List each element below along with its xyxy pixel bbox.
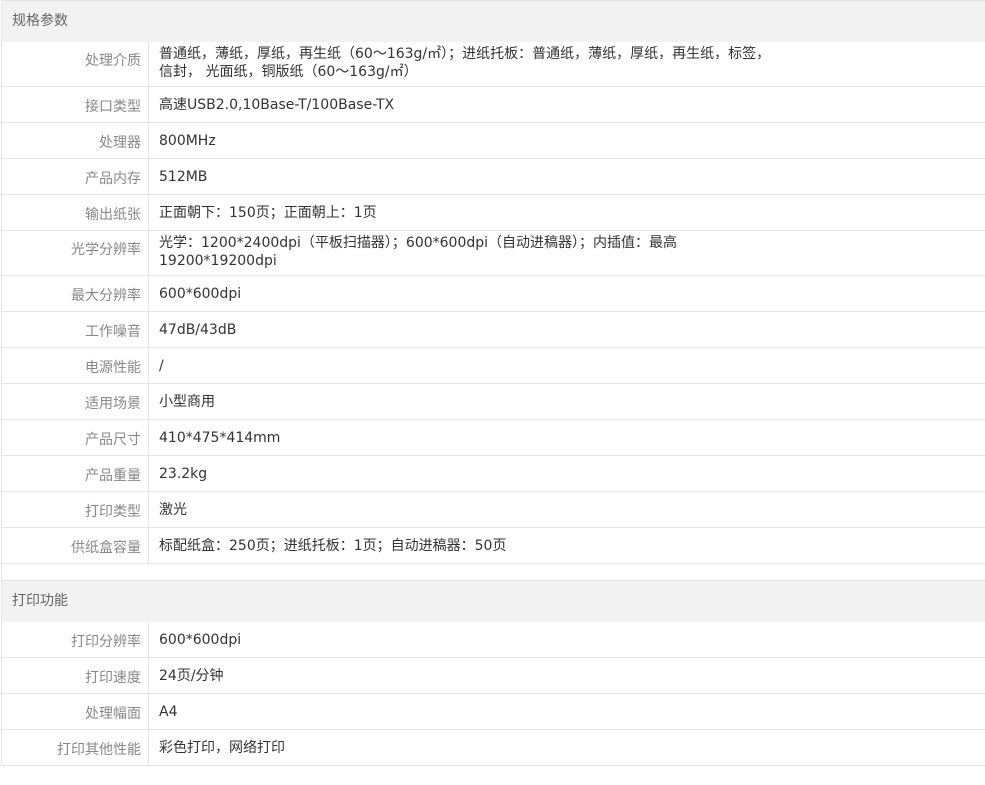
spec-value: 800MHz xyxy=(159,133,216,149)
spec-page: 规格参数 处理介质 普通纸，薄纸，厚纸，再生纸（60～163g/㎡）；进纸托板：… xyxy=(1,0,985,766)
spec-label: 打印速度 xyxy=(2,658,149,693)
spec-value: 24页/分钟 xyxy=(159,668,224,684)
spec-label: 供纸盒容量 xyxy=(2,528,149,563)
spec-row-tray-capacity: 供纸盒容量 标配纸盒：250页；进纸托板：1页；自动进稿器：50页 xyxy=(2,528,985,564)
spec-row-media: 处理介质 普通纸，薄纸，厚纸，再生纸（60～163g/㎡）；进纸托板：普通纸，薄… xyxy=(2,42,985,87)
spec-label: 工作噪音 xyxy=(2,312,149,347)
spec-row-print-other: 打印其他性能 彩色打印，网络打印 xyxy=(2,730,985,766)
spec-label: 接口类型 xyxy=(2,87,149,122)
spec-row-memory: 产品内存 512MB xyxy=(2,159,985,195)
spec-label: 处理器 xyxy=(2,123,149,158)
spec-label: 输出纸张 xyxy=(2,195,149,230)
spec-value: 正面朝下：150页；正面朝上：1页 xyxy=(159,205,377,221)
spec-label: 最大分辨率 xyxy=(2,276,149,311)
spec-value: 高速USB2.0,10Base-T/100Base-TX xyxy=(159,97,395,113)
spec-row-print-type: 打印类型 激光 xyxy=(2,492,985,528)
spec-row-scenario: 适用场景 小型商用 xyxy=(2,384,985,420)
spec-value: 410*475*414mm xyxy=(159,430,281,446)
spec-value: 激光 xyxy=(159,502,187,518)
spec-row-processor: 处理器 800MHz xyxy=(2,123,985,159)
spec-label: 处理幅面 xyxy=(2,694,149,729)
spec-value: / xyxy=(159,358,164,374)
spec-value: 普通纸，薄纸，厚纸，再生纸（60～163g/㎡）；进纸托板：普通纸，薄纸，厚纸，… xyxy=(159,46,771,80)
spec-value: A4 xyxy=(159,704,178,720)
spec-row-optical-resolution: 光学分辨率 光学：1200*2400dpi（平板扫描器）；600*600dpi（… xyxy=(2,231,985,276)
spec-value: 47dB/43dB xyxy=(159,322,237,338)
spec-row-paper-size: 处理幅面 A4 xyxy=(2,694,985,730)
spec-value: 标配纸盒：250页；进纸托板：1页；自动进稿器：50页 xyxy=(159,538,507,554)
spec-row-print-resolution: 打印分辨率 600*600dpi xyxy=(2,622,985,658)
spec-label: 产品内存 xyxy=(2,159,149,194)
spec-value: 光学：1200*2400dpi（平板扫描器）；600*600dpi（自动进稿器）… xyxy=(159,235,678,269)
spec-section-print: 打印功能 打印分辨率 600*600dpi 打印速度 24页/分钟 处理幅面 A… xyxy=(2,580,985,766)
spec-row-noise: 工作噪音 47dB/43dB xyxy=(2,312,985,348)
spec-label: 打印其他性能 xyxy=(2,730,149,765)
spec-label: 适用场景 xyxy=(2,384,149,419)
spec-label: 打印类型 xyxy=(2,492,149,527)
spec-row-output-paper: 输出纸张 正面朝下：150页；正面朝上：1页 xyxy=(2,195,985,231)
spec-row-print-speed: 打印速度 24页/分钟 xyxy=(2,658,985,694)
spec-row-power: 电源性能 / xyxy=(2,348,985,384)
spec-row-interface: 接口类型 高速USB2.0,10Base-T/100Base-TX xyxy=(2,87,985,123)
spec-value: 彩色打印，网络打印 xyxy=(159,740,285,756)
spec-label: 光学分辨率 xyxy=(2,231,149,275)
spec-value: 600*600dpi xyxy=(159,632,242,648)
spec-row-dimensions: 产品尺寸 410*475*414mm xyxy=(2,420,985,456)
spec-value: 512MB xyxy=(159,169,208,185)
section-title: 打印功能 xyxy=(2,581,985,622)
spec-label: 处理介质 xyxy=(2,42,149,86)
spec-label: 电源性能 xyxy=(2,348,149,383)
spec-label: 打印分辨率 xyxy=(2,622,149,657)
spec-value: 23.2kg xyxy=(159,466,208,482)
section-title: 规格参数 xyxy=(2,1,985,42)
spec-value: 小型商用 xyxy=(159,394,215,410)
spec-section-specs: 规格参数 处理介质 普通纸，薄纸，厚纸，再生纸（60～163g/㎡）；进纸托板：… xyxy=(2,0,985,564)
spec-label: 产品重量 xyxy=(2,456,149,491)
spec-row-max-resolution: 最大分辨率 600*600dpi xyxy=(2,276,985,312)
spec-label: 产品尺寸 xyxy=(2,420,149,455)
spec-row-weight: 产品重量 23.2kg xyxy=(2,456,985,492)
spec-value: 600*600dpi xyxy=(159,286,242,302)
